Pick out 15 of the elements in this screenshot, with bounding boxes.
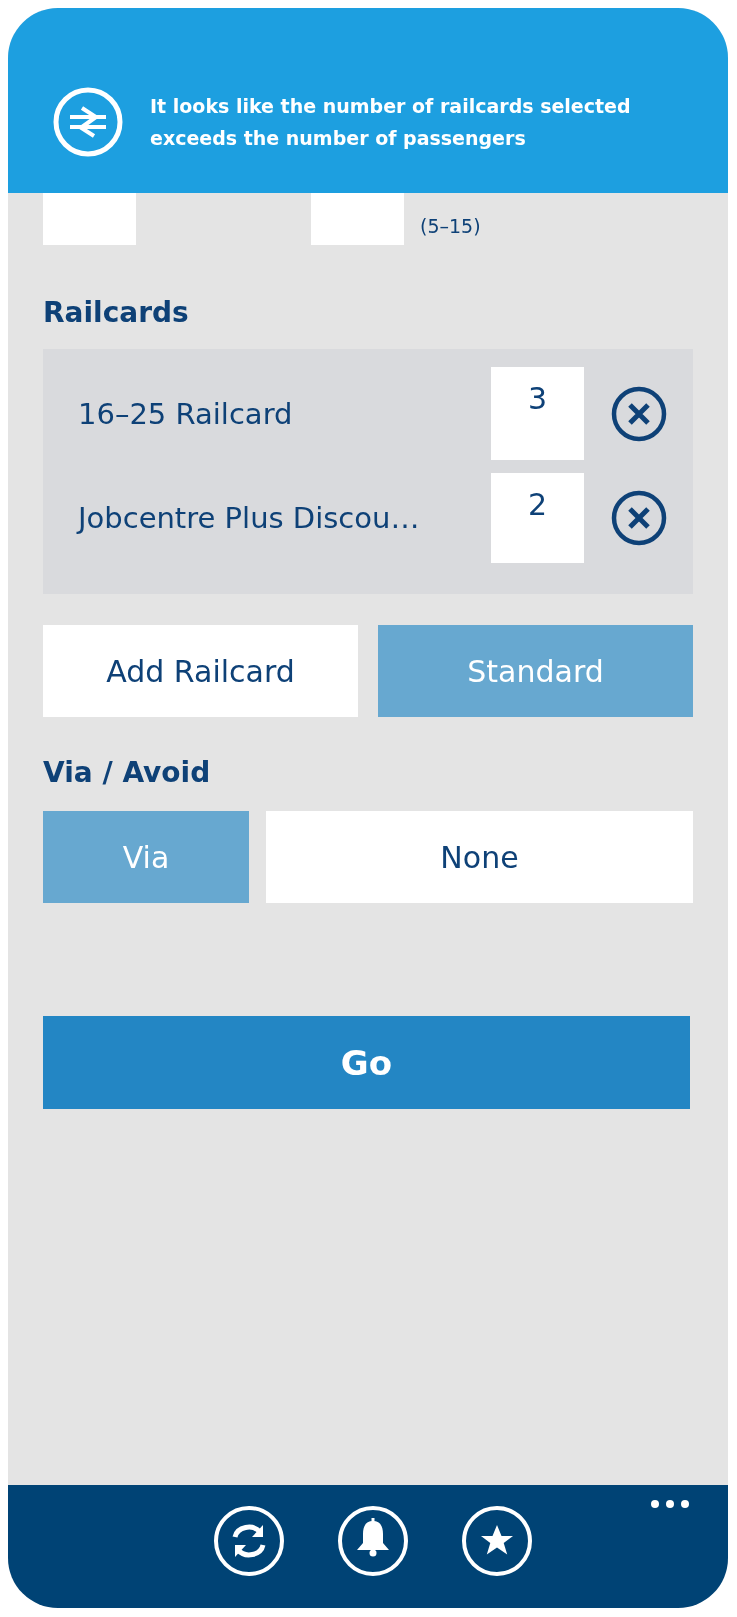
- count-field[interactable]: [43, 193, 136, 245]
- refresh-icon[interactable]: [213, 1505, 285, 1577]
- railcard-name: Jobcentre Plus Discou…: [78, 501, 421, 535]
- go-button[interactable]: Go: [43, 1016, 690, 1109]
- section-heading: Railcards: [43, 295, 190, 331]
- more-icon[interactable]: [650, 1499, 690, 1509]
- railcard-name: 16–25 Railcard: [78, 396, 294, 431]
- age-range: (5–15): [420, 214, 481, 239]
- notification-message: It looks like the number of railcards selected exceeds the number of passengers: [150, 93, 632, 151]
- rail-logo-icon: [52, 85, 124, 158]
- section-heading: Via / Avoid: [43, 755, 212, 791]
- route-option-button[interactable]: None: [266, 811, 693, 903]
- bell-icon[interactable]: [337, 1505, 409, 1577]
- count-field[interactable]: [311, 193, 404, 245]
- railcard-button[interactable]: Add Railcard: [43, 625, 358, 717]
